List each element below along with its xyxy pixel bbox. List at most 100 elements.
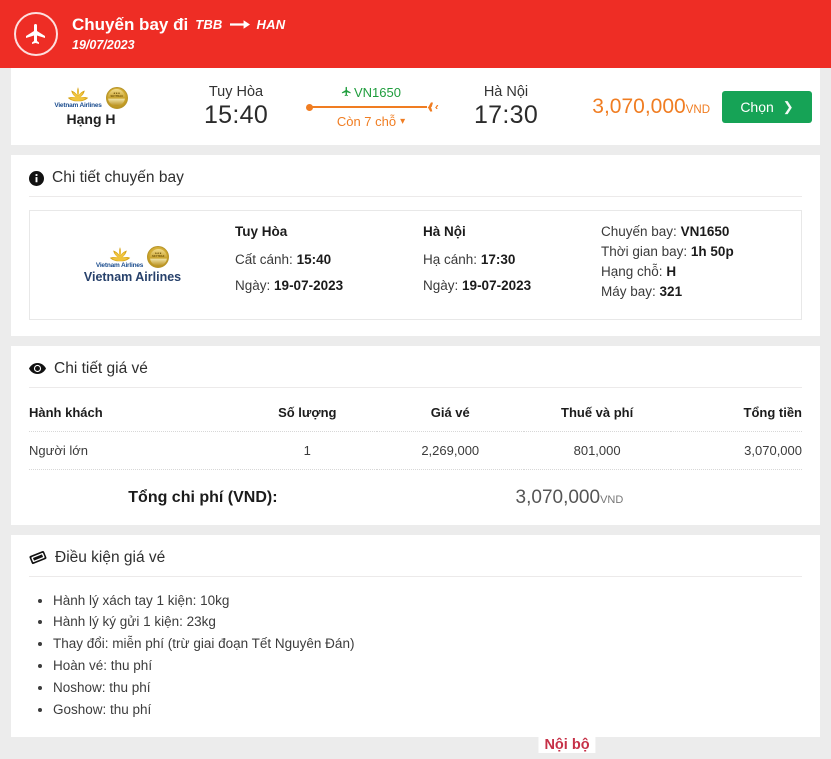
fare-rules-card: Điều kiện giá vé Hành lý xách tay 1 kiện… bbox=[11, 534, 820, 737]
detail-meta-value: 1h 50p bbox=[690, 243, 734, 259]
flight-detail-section: Chi tiết chuyến bay Vietnam Airlines ★★★… bbox=[11, 155, 820, 336]
seats-remaining-label: Còn 7 chỗ bbox=[336, 113, 397, 129]
detail-meta-value: H bbox=[666, 263, 677, 279]
list-item: Noshow: thu phí bbox=[53, 677, 802, 699]
route-line-graphic bbox=[301, 101, 441, 113]
origin-code: TBB bbox=[195, 16, 223, 32]
detail-departure-time-row: Cất cánh: 15:40 bbox=[235, 251, 423, 268]
flight-detail-card: Chi tiết chuyến bay Vietnam Airlines ★★★… bbox=[11, 155, 820, 336]
flight-number: VN1650 bbox=[354, 84, 401, 100]
skytrax-badge-icon: ★★★ SKYTRAX bbox=[147, 246, 170, 269]
detail-arrival-date-label: Ngày: bbox=[423, 277, 459, 293]
detail-meta-label: Chuyến bay: bbox=[601, 224, 677, 239]
detail-arrival-time-label: Hạ cánh: bbox=[423, 251, 478, 267]
price-currency: VND bbox=[685, 103, 710, 116]
chevron-right-icon: ❯ bbox=[782, 98, 794, 114]
fare-detail-card: Chi tiết giá vé Hành khách Số lượng Giá … bbox=[11, 345, 820, 525]
grand-total-value-wrap: 3,070,000VND bbox=[377, 487, 802, 509]
airline-wordmark: Vietnam Airlines bbox=[95, 261, 144, 269]
detail-meta-label: Hạng chỗ: bbox=[601, 263, 663, 279]
vietnam-airlines-logo: Vietnam Airlines bbox=[54, 86, 102, 109]
skytrax-badge-icon: ★★★ SKYTRAX bbox=[105, 86, 128, 109]
chevron-down-icon: ▾ bbox=[400, 115, 406, 127]
select-flight-label: Chọn bbox=[740, 98, 774, 115]
airline-logo-row: Vietnam Airlines ★★★ SKYTRAX bbox=[11, 86, 171, 109]
detail-meta-row: Chuyến bay: VN1650 bbox=[601, 224, 801, 240]
detail-airline-logo: Vietnam Airlines ★★★ SKYTRAX Vietnam Airl… bbox=[30, 225, 235, 305]
departure-city: Tuy Hòa bbox=[208, 83, 264, 100]
cell-base-fare: 2,269,000 bbox=[376, 431, 524, 470]
column-header-quantity: Số lượng bbox=[237, 400, 377, 432]
flight-summary-row[interactable]: Vietnam Airlines ★★★ SKYTRAX Hạng H Tuy H… bbox=[11, 68, 820, 145]
fare-detail-title-row: Chi tiết giá vé bbox=[29, 360, 802, 387]
small-plane-icon bbox=[341, 85, 352, 100]
detail-departure-date-row: Ngày: 19-07-2023 bbox=[235, 277, 423, 294]
table-row: Người lớn 1 2,269,000 801,000 3,070,000 bbox=[29, 431, 802, 470]
list-item: Thay đổi: miễn phí (trừ giai đoạn Tết Ng… bbox=[53, 633, 802, 655]
grand-total-value: 3,070,000 bbox=[515, 486, 601, 508]
fare-rules-section: Điều kiện giá vé Hành lý xách tay 1 kiện… bbox=[11, 535, 820, 737]
plane-arrow-icon bbox=[423, 101, 439, 113]
cell-taxes: 801,000 bbox=[523, 431, 671, 470]
detail-departure-date-label: Ngày: bbox=[235, 277, 271, 293]
cell-total: 3,070,000 bbox=[670, 431, 802, 470]
column-header-total: Tổng tiền bbox=[670, 400, 802, 432]
airline-wordmark: Vietnam Airlines bbox=[54, 102, 102, 109]
detail-meta-label: Máy bay: bbox=[601, 283, 656, 299]
list-item: Goshow: thu phí bbox=[53, 699, 802, 721]
detail-meta-label: Thời gian bay: bbox=[601, 243, 688, 259]
detail-origin-city: Tuy Hòa bbox=[235, 224, 288, 239]
summary-flight-info[interactable]: VN1650 Còn 7 chỗ ▾ bbox=[301, 85, 441, 129]
detail-origin: Tuy Hòa Cất cánh: 15:40 Ngày: 19-07-2023 bbox=[235, 224, 423, 305]
list-item: Hoàn vé: thu phí bbox=[53, 655, 802, 677]
detail-meta-value: VN1650 bbox=[680, 224, 730, 239]
detail-meta-value: 321 bbox=[659, 283, 683, 299]
airplane-icon bbox=[14, 12, 58, 56]
detail-airline-name: Vietnam Airlines bbox=[83, 269, 182, 284]
price-amount: 3,070,000 bbox=[592, 94, 686, 118]
booking-class-label: Hạng H bbox=[66, 111, 116, 127]
detail-arrival-date: 19-07-2023 bbox=[462, 277, 532, 293]
detail-destination: Hà Nội Hạ cánh: 17:30 Ngày: 19-07-2023 bbox=[423, 224, 601, 305]
list-item: Hành lý ký gửi 1 kiện: 23kg bbox=[53, 611, 802, 633]
summary-airline: Vietnam Airlines ★★★ SKYTRAX Hạng H bbox=[11, 86, 171, 127]
eye-icon bbox=[29, 362, 46, 375]
vietnam-airlines-logo: Vietnam Airlines bbox=[96, 246, 143, 269]
summary-departure: Tuy Hòa 15:40 bbox=[171, 84, 301, 130]
page-title: Chuyến bay đi bbox=[72, 15, 189, 35]
detail-arrival-date-row: Ngày: 19-07-2023 bbox=[423, 277, 601, 294]
grand-total-currency: VND bbox=[600, 493, 624, 506]
flight-date: 19/07/2023 bbox=[72, 38, 135, 53]
detail-meta-row: Thời gian bay: 1h 50p bbox=[601, 243, 801, 260]
arrow-right-icon bbox=[229, 19, 250, 30]
detail-meta-row: Hạng chỗ: H bbox=[601, 263, 801, 280]
detail-meta: Chuyến bay: VN1650 Thời gian bay: 1h 50p… bbox=[601, 224, 801, 305]
destination-code: HAN bbox=[256, 16, 286, 32]
list-item: Hành lý xách tay 1 kiện: 10kg bbox=[53, 590, 802, 612]
lotus-icon bbox=[103, 246, 137, 263]
grand-total-row: Tổng chi phí (VND): 3,070,000VND bbox=[29, 470, 802, 509]
arrival-time: 17:30 bbox=[473, 100, 539, 129]
ticket-tag-icon bbox=[29, 550, 47, 565]
detail-departure-time: 15:40 bbox=[296, 251, 332, 267]
detail-arrival-time: 17:30 bbox=[480, 251, 516, 267]
fare-rules-title: Điều kiện giá vé bbox=[55, 548, 166, 566]
divider bbox=[29, 575, 802, 577]
flight-number-row: VN1650 bbox=[301, 85, 441, 100]
summary-price: 3,070,000VND bbox=[571, 95, 722, 119]
grand-total-label: Tổng chi phí (VND): bbox=[128, 488, 278, 506]
cell-passenger: Người lớn bbox=[29, 431, 238, 470]
column-header-base-fare: Giá vé bbox=[376, 400, 524, 432]
seats-remaining-toggle[interactable]: Còn 7 chỗ ▾ bbox=[301, 114, 441, 129]
flight-detail-box: Vietnam Airlines ★★★ SKYTRAX Vietnam Airl… bbox=[29, 210, 802, 320]
flight-summary-card[interactable]: Vietnam Airlines ★★★ SKYTRAX Hạng H Tuy H… bbox=[11, 68, 820, 145]
flight-detail-title: Chi tiết chuyến bay bbox=[52, 169, 184, 186]
fare-detail-title: Chi tiết giá vé bbox=[54, 359, 148, 377]
footer: Nội bộ bbox=[0, 736, 831, 759]
column-header-taxes: Thuế và phí bbox=[523, 400, 671, 432]
page-header: Chuyến bay đi TBB HAN 19/07/2023 bbox=[0, 0, 831, 68]
fare-rules-list: Hành lý xách tay 1 kiện: 10kg Hành lý ký… bbox=[29, 590, 802, 721]
select-flight-button[interactable]: Chọn ❯ bbox=[722, 90, 812, 123]
flight-detail-title-row: Chi tiết chuyến bay bbox=[29, 169, 802, 196]
fare-detail-section: Chi tiết giá vé Hành khách Số lượng Giá … bbox=[11, 346, 820, 525]
